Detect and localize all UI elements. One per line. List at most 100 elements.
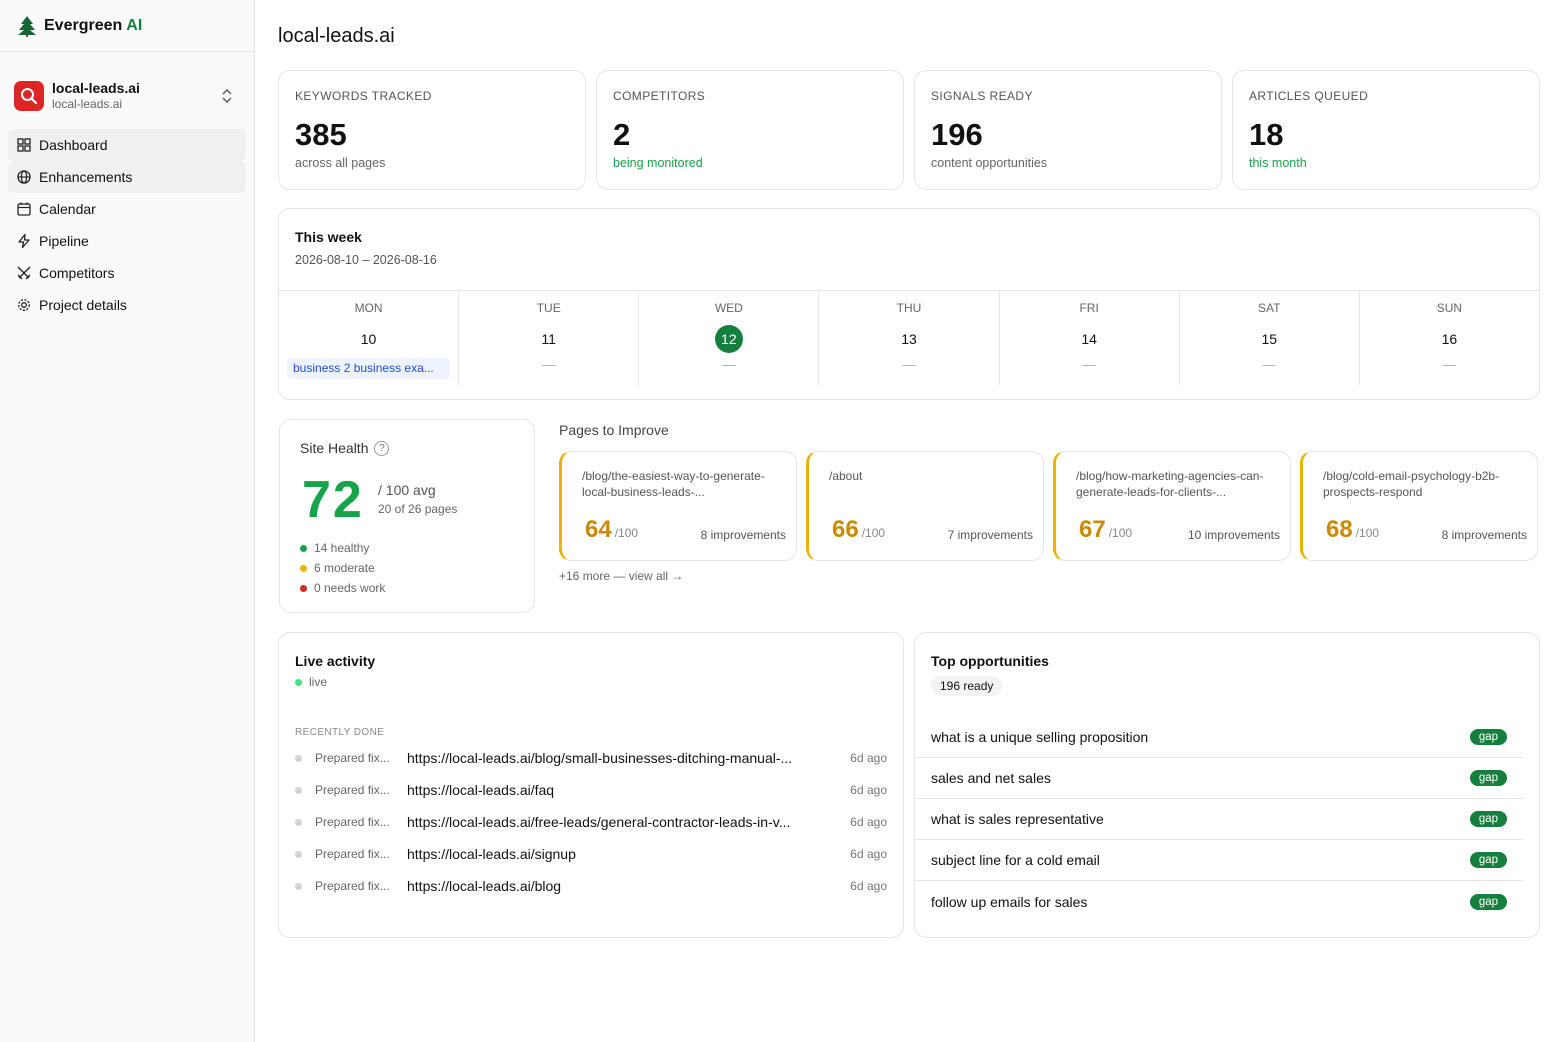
day-column[interactable]: WED 12 —	[639, 291, 820, 385]
day-name: TUE	[536, 301, 561, 315]
stat-sub: being monitored	[613, 156, 703, 170]
site-health-pages: 20 of 26 pages	[378, 502, 458, 516]
stat-value: 196	[931, 117, 983, 152]
activity-url[interactable]: https://local-leads.ai/blog/small-busine…	[407, 750, 839, 766]
page-card[interactable]: /about 66/100 7 improvements	[806, 451, 1044, 561]
activity-row[interactable]: Prepared fix... https://local-leads.ai/f…	[295, 774, 887, 806]
opportunities-count-badge: 196 ready	[931, 676, 1003, 696]
sidebar-item-enhancements[interactable]: Enhancements	[8, 161, 246, 193]
activity-url[interactable]: https://local-leads.ai/faq	[407, 782, 839, 798]
activity-url[interactable]: https://local-leads.ai/signup	[407, 846, 839, 862]
sidebar-item-calendar[interactable]: Calendar	[8, 193, 246, 225]
status-dot-icon	[295, 882, 302, 890]
page-score-max: /100	[1355, 526, 1380, 540]
sidebar-item-competitors[interactable]: Competitors	[8, 257, 246, 289]
activity-action: Prepared fix...	[315, 783, 390, 797]
sidebar-item-label: Enhancements	[39, 169, 133, 185]
live-activity-title: Live activity	[295, 653, 376, 669]
live-status: live	[309, 675, 328, 689]
opportunity-row[interactable]: what is sales representative gap	[915, 799, 1523, 840]
page-improvements: 8 improvements	[1441, 528, 1527, 542]
healthy-dot-icon	[300, 544, 307, 552]
opportunity-row[interactable]: subject line for a cold email gap	[915, 840, 1523, 881]
activity-row[interactable]: Prepared fix... https://local-leads.ai/f…	[295, 806, 887, 838]
opportunity-label: subject line for a cold email	[931, 852, 1100, 868]
day-column[interactable]: SUN 16 —	[1360, 291, 1539, 385]
activity-url[interactable]: https://local-leads.ai/blog	[407, 878, 839, 894]
day-name: MON	[354, 301, 383, 315]
week-title: This week	[295, 229, 362, 245]
project-logo	[14, 80, 44, 111]
legend-healthy: 14 healthy	[314, 541, 370, 555]
status-dot-icon	[295, 850, 302, 858]
activity-row[interactable]: Prepared fix... https://local-leads.ai/b…	[295, 742, 887, 774]
stat-card-signals[interactable]: SIGNALS READY 196 content opportunities	[914, 70, 1222, 190]
day-empty: —	[722, 357, 736, 372]
page-score: 68	[1326, 516, 1353, 543]
status-dot-icon	[295, 754, 302, 762]
project-name: local-leads.ai	[52, 79, 140, 96]
page-score-max: /100	[614, 526, 639, 540]
sidebar-item-pipeline[interactable]: Pipeline	[8, 225, 246, 257]
live-dot-icon	[295, 678, 302, 686]
health-legend: 14 healthy 6 moderate 0 needs work	[300, 538, 385, 598]
page-score: 66	[832, 516, 859, 543]
page-card[interactable]: /blog/cold-email-psychology-b2b-prospect…	[1300, 451, 1538, 561]
stat-card-competitors[interactable]: COMPETITORS 2 being monitored	[596, 70, 904, 190]
opportunity-label: what is a unique selling proposition	[931, 729, 1149, 745]
day-column[interactable]: TUE 11 —	[459, 291, 640, 385]
day-empty: —	[1442, 357, 1456, 372]
status-dot-icon	[295, 786, 302, 794]
project-switcher[interactable]: local-leads.ai local-leads.ai	[0, 52, 254, 122]
page-improvements: 8 improvements	[700, 528, 786, 542]
site-health-avg: / 100 avg	[378, 482, 436, 498]
opportunity-row[interactable]: sales and net sales gap	[915, 758, 1523, 799]
day-date: 13	[901, 331, 917, 347]
activity-time: 6d ago	[850, 783, 887, 797]
sidebar-nav: Dashboard Enhancements Calendar Pipeline…	[0, 122, 254, 321]
sidebar-item-dashboard[interactable]: Dashboard	[8, 129, 246, 161]
pages-to-improve-title: Pages to Improve	[559, 422, 669, 438]
brand[interactable]: Evergreen AI	[0, 0, 254, 52]
view-all-pages-link[interactable]: +16 more — view all →	[559, 569, 683, 583]
scheduled-article-chip[interactable]: business 2 business exa...	[287, 358, 451, 379]
stat-label: KEYWORDS TRACKED	[295, 89, 432, 103]
brand-accent: AI	[126, 16, 143, 34]
day-name: FRI	[1079, 301, 1099, 315]
page-score-max: /100	[1108, 526, 1133, 540]
globe-icon	[17, 170, 31, 184]
day-column[interactable]: SAT 15 —	[1180, 291, 1360, 385]
stat-card-keywords[interactable]: KEYWORDS TRACKED 385 across all pages	[278, 70, 586, 190]
site-health-card[interactable]: Site Health ? 72 / 100 avg 20 of 26 page…	[279, 419, 535, 613]
stat-card-articles[interactable]: ARTICLES QUEUED 18 this month	[1232, 70, 1540, 190]
day-empty: —	[902, 357, 916, 372]
tree-icon	[18, 15, 36, 37]
help-icon[interactable]: ?	[374, 440, 390, 456]
activity-time: 6d ago	[850, 847, 887, 861]
page-improvements: 10 improvements	[1187, 528, 1280, 542]
opportunity-row[interactable]: follow up emails for sales gap	[915, 881, 1523, 922]
activity-row[interactable]: Prepared fix... https://local-leads.ai/s…	[295, 838, 887, 870]
sidebar-item-project-details[interactable]: Project details	[8, 289, 246, 321]
lightning-icon	[18, 233, 30, 249]
page-card[interactable]: /blog/how-marketing-agencies-can-generat…	[1053, 451, 1291, 561]
activity-row[interactable]: Prepared fix... https://local-leads.ai/b…	[295, 870, 887, 902]
day-column[interactable]: THU 13 —	[819, 291, 1000, 385]
opportunity-label: follow up emails for sales	[931, 893, 1088, 910]
day-empty: —	[1082, 357, 1096, 372]
opportunity-label: sales and net sales	[931, 770, 1051, 786]
page-card[interactable]: /blog/the-easiest-way-to-generate-local-…	[559, 451, 797, 561]
page-score: 64	[585, 516, 612, 543]
activity-url[interactable]: https://local-leads.ai/free-leads/genera…	[407, 814, 839, 830]
sidebar-item-label: Competitors	[39, 265, 115, 281]
page-improvements: 7 improvements	[947, 528, 1033, 542]
sidebar-item-label: Dashboard	[39, 137, 108, 153]
sidebar: Evergreen AI local-leads.ai local-leads.…	[0, 0, 255, 1042]
opportunity-row[interactable]: what is a unique selling proposition gap	[915, 717, 1523, 758]
day-date: 11	[541, 331, 556, 347]
status-dot-icon	[295, 818, 302, 826]
day-column[interactable]: MON 10 business 2 business exa...	[279, 291, 460, 385]
stat-sub: across all pages	[295, 156, 386, 170]
day-column[interactable]: FRI 14 —	[1000, 291, 1180, 385]
chevron-up-down-icon[interactable]	[220, 88, 234, 104]
